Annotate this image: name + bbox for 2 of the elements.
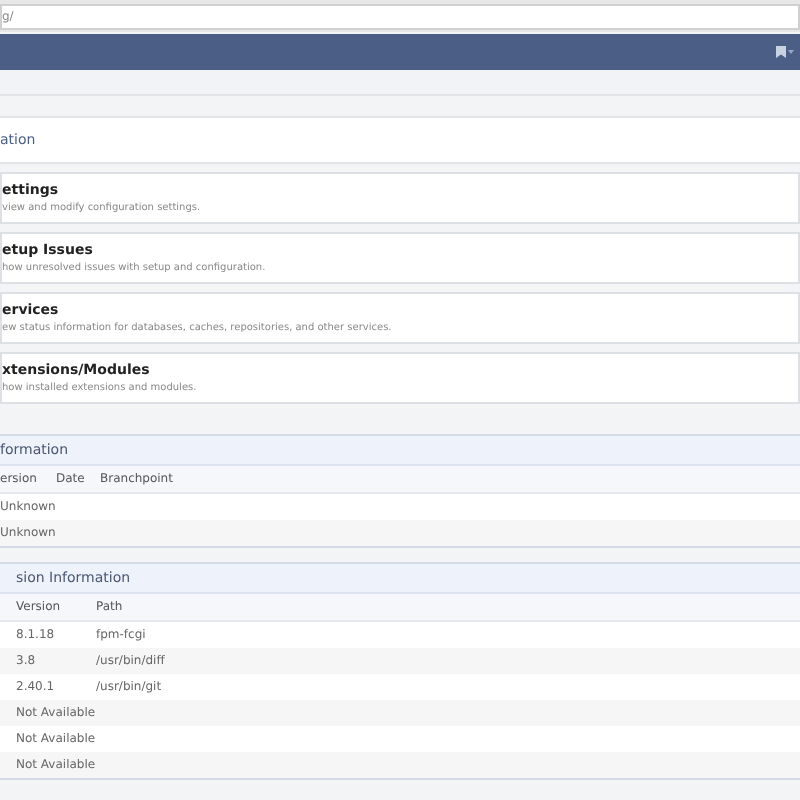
caret-icon[interactable] (788, 50, 794, 54)
bookmark-icon[interactable] (776, 46, 786, 58)
